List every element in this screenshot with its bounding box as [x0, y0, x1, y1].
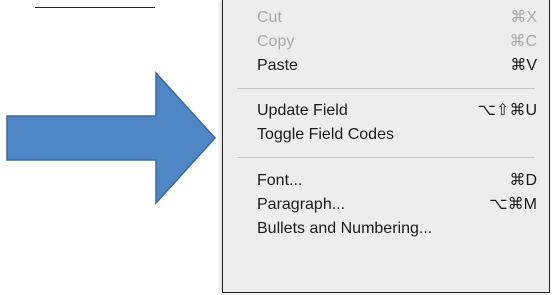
menu-item-label: Copy — [257, 33, 295, 50]
menu-item-label: Font... — [257, 172, 303, 189]
menu-item-shortcut: ⌘V — [510, 57, 537, 74]
menu-separator — [237, 88, 535, 89]
menu-item-paragraph[interactable]: Paragraph... ⌥⌘M — [223, 193, 549, 217]
menu-item-cut[interactable]: Cut ⌘X — [223, 6, 549, 30]
menu-item-copy[interactable]: Copy ⌘C — [223, 30, 549, 54]
menu-item-bullets-and-numbering[interactable]: Bullets and Numbering... — [223, 217, 549, 241]
menu-item-update-field[interactable]: Update Field ⌥⇧⌘U — [223, 99, 549, 123]
menu-item-shortcut: ⌘D — [509, 172, 537, 189]
menu-item-label: Bullets and Numbering... — [257, 220, 433, 237]
menu-item-label: Toggle Field Codes — [257, 126, 394, 143]
context-menu: Cut ⌘X Copy ⌘C Paste ⌘V Update Field ⌥⇧⌘… — [222, 0, 550, 293]
arrow-shape — [6, 71, 217, 205]
menu-separator — [237, 157, 535, 158]
menu-item-toggle-field-codes[interactable]: Toggle Field Codes — [223, 123, 549, 147]
menu-item-label: Update Field — [257, 102, 348, 119]
menu-item-shortcut: ⌥⌘M — [489, 196, 537, 213]
menu-item-font[interactable]: Font... ⌘D — [223, 169, 549, 193]
menu-item-label: Paragraph... — [257, 196, 346, 213]
menu-item-shortcut: ⌘X — [510, 9, 537, 26]
menu-item-shortcut: ⌘C — [509, 33, 537, 50]
menu-item-label: Cut — [257, 9, 282, 26]
menu-item-shortcut: ⌥⇧⌘U — [477, 102, 537, 119]
menu-item-label: Paste — [257, 57, 298, 74]
right-arrow-icon — [6, 71, 217, 205]
menu-item-paste[interactable]: Paste ⌘V — [223, 54, 549, 78]
